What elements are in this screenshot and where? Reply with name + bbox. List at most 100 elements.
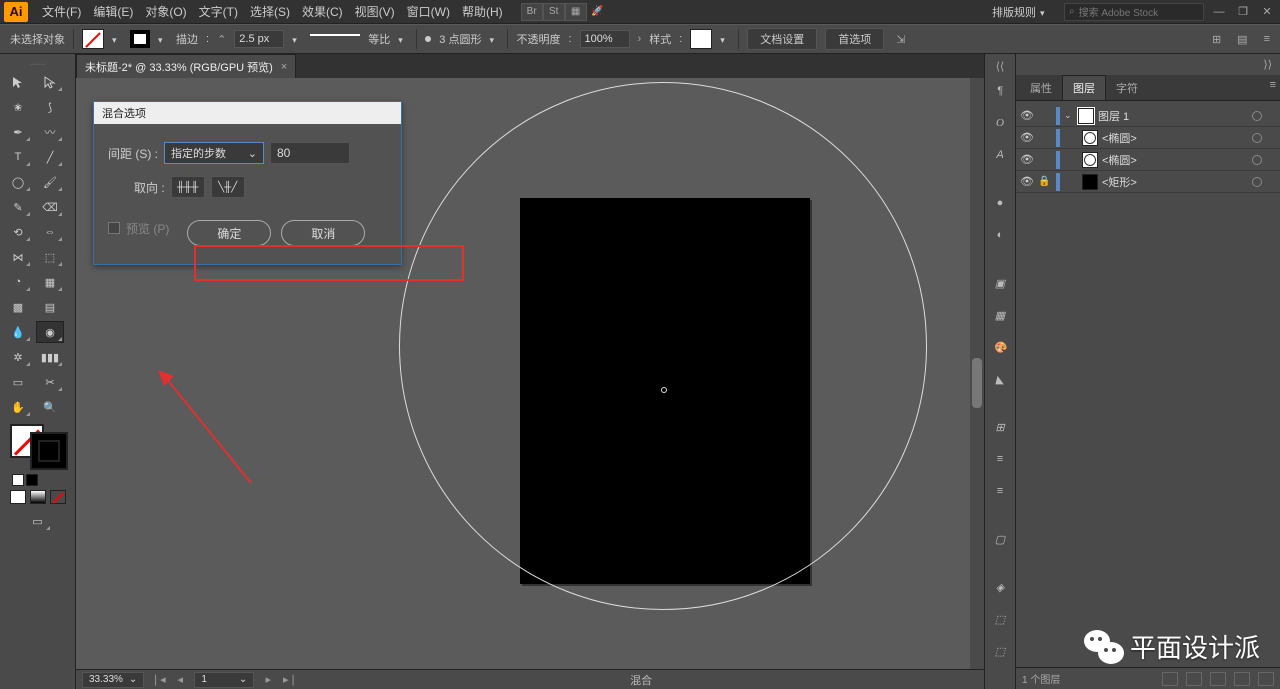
window-minimize[interactable]: ―: [1210, 5, 1228, 19]
bridge-icon[interactable]: Br: [521, 3, 543, 21]
profile-dropdown[interactable]: [398, 34, 408, 44]
document-tab[interactable]: 未标题-2* @ 33.33% (RGB/GPU 预览) ×: [76, 54, 296, 78]
style-dropdown[interactable]: [720, 34, 730, 44]
layers-tab[interactable]: 图层: [1062, 75, 1106, 100]
cancel-button[interactable]: 取消: [281, 220, 365, 246]
lasso-tool[interactable]: ⟆: [36, 96, 64, 118]
zoom-field[interactable]: 33.33% ⌄: [82, 672, 144, 688]
fill-swatch[interactable]: [82, 29, 104, 49]
stroke-weight-input[interactable]: [234, 30, 284, 48]
slice-tool[interactable]: ✂: [36, 371, 64, 393]
symbols-panel-icon[interactable]: ◈: [988, 575, 1012, 599]
layer-row-top[interactable]: 👁 ⌄ 图层 1: [1016, 105, 1280, 127]
gpu-icon[interactable]: 🚀: [587, 3, 609, 21]
layer-row-rect[interactable]: 👁🔒 <矩形>: [1016, 171, 1280, 193]
magic-wand-tool[interactable]: ✬: [4, 96, 32, 118]
spacing-steps-input[interactable]: [270, 142, 350, 164]
window-close[interactable]: ✕: [1258, 5, 1276, 19]
window-restore[interactable]: ❐: [1234, 5, 1252, 19]
locate-layer-icon[interactable]: [1162, 672, 1178, 686]
graphic-styles-panel-icon[interactable]: ◐: [988, 223, 1012, 247]
visibility-toggle[interactable]: 👁: [1020, 153, 1034, 167]
line-tool[interactable]: ╱: [36, 146, 64, 168]
opacity-chevron-icon[interactable]: ›: [638, 33, 642, 45]
stock-icon[interactable]: St: [543, 3, 565, 21]
lock-icon[interactable]: 🔒: [1038, 176, 1052, 187]
brush-dropdown[interactable]: [489, 34, 499, 44]
layer-name[interactable]: <椭圆>: [1102, 152, 1248, 168]
character-tab[interactable]: 字符: [1106, 76, 1148, 100]
shape-builder-tool[interactable]: ◔: [4, 271, 32, 293]
stroke-profile-preview[interactable]: [310, 34, 360, 44]
blend-tool[interactable]: ◉: [36, 321, 64, 343]
options-menu-icon[interactable]: ≡: [1264, 33, 1270, 45]
menu-help[interactable]: 帮助(H): [456, 3, 509, 20]
paintbrush-tool[interactable]: 🖌: [36, 171, 64, 193]
curvature-tool[interactable]: 〰: [36, 121, 64, 143]
artboard-first[interactable]: ❘◂: [150, 673, 166, 686]
target-icon[interactable]: [1252, 177, 1262, 187]
new-sublayer-icon[interactable]: [1210, 672, 1226, 686]
style-swatch[interactable]: [690, 29, 712, 49]
perspective-tool[interactable]: ▦: [36, 271, 64, 293]
gradient-tool[interactable]: ▤: [36, 296, 64, 318]
artboard-next[interactable]: ▸: [260, 673, 276, 686]
ok-button[interactable]: 确定: [187, 220, 271, 246]
orient-align-page-button[interactable]: ╫╫╫: [171, 176, 205, 198]
new-layer-icon[interactable]: [1234, 672, 1250, 686]
menu-window[interactable]: 窗口(W): [401, 3, 456, 20]
target-icon[interactable]: [1252, 133, 1262, 143]
transform-panel-icon[interactable]: ⊞: [988, 415, 1012, 439]
target-icon[interactable]: [1252, 155, 1262, 165]
scrollbar-thumb[interactable]: [972, 358, 982, 408]
color-panel-icon[interactable]: 🎨: [988, 335, 1012, 359]
transform-icon[interactable]: ⇲: [896, 33, 905, 46]
column-graph-tool[interactable]: ▮▮▮: [36, 346, 64, 368]
width-tool[interactable]: ⋈: [4, 246, 32, 268]
eraser-tool[interactable]: ⌫: [36, 196, 64, 218]
brushes-panel-icon[interactable]: ⬚: [988, 607, 1012, 631]
menu-select[interactable]: 选择(S): [244, 3, 296, 20]
disclosure-triangle[interactable]: ⌄: [1064, 110, 1074, 121]
toolbox-grip[interactable]: [4, 60, 71, 68]
hand-tool[interactable]: ✋: [4, 396, 32, 418]
artboards-panel-icon[interactable]: ▣: [988, 271, 1012, 295]
character-panel-icon[interactable]: A: [988, 143, 1012, 167]
panel-expand-icon[interactable]: ⟩⟩: [1016, 54, 1280, 75]
mesh-tool[interactable]: ▩: [4, 296, 32, 318]
delete-layer-icon[interactable]: [1258, 672, 1274, 686]
menu-object[interactable]: 对象(O): [139, 3, 192, 20]
type-tool[interactable]: T: [4, 146, 32, 168]
arrange-icon[interactable]: ▦: [565, 3, 587, 21]
artboard-number[interactable]: 1 ⌄: [194, 672, 254, 688]
target-icon[interactable]: [1252, 111, 1262, 121]
ellipse-tool[interactable]: ◯: [4, 171, 32, 193]
close-tab-button[interactable]: ×: [281, 61, 287, 73]
menu-effect[interactable]: 效果(C): [296, 3, 349, 20]
make-clipping-mask-icon[interactable]: [1186, 672, 1202, 686]
workspace-switcher[interactable]: 排版规则: [984, 4, 1058, 20]
opacity-input[interactable]: [580, 30, 630, 48]
pathfinder-panel-icon[interactable]: ≡: [988, 479, 1012, 503]
vertical-scrollbar[interactable]: [970, 78, 984, 669]
stroke-weight-dropdown[interactable]: [292, 34, 302, 44]
menu-edit[interactable]: 编辑(E): [87, 3, 139, 20]
dock-collapse-icon[interactable]: ⟨⟨: [985, 60, 1015, 73]
orient-align-path-button[interactable]: ╲╫╱: [211, 176, 245, 198]
visibility-toggle[interactable]: 👁: [1020, 131, 1034, 145]
shaper-tool[interactable]: ✎: [4, 196, 32, 218]
search-stock-input[interactable]: ⌕ 搜索 Adobe Stock: [1064, 3, 1204, 21]
artboard-last[interactable]: ▸❘: [282, 673, 298, 686]
free-transform-tool[interactable]: ⬚: [36, 246, 64, 268]
panel-menu-icon[interactable]: ≡: [1270, 79, 1276, 91]
align-icon[interactable]: ⊞: [1212, 33, 1221, 46]
glyphs-panel-icon[interactable]: O: [988, 111, 1012, 135]
menu-type[interactable]: 文字(T): [193, 3, 244, 20]
stroke-color[interactable]: [32, 434, 66, 468]
stroke-swatch[interactable]: [130, 30, 150, 48]
properties-tab[interactable]: 属性: [1020, 76, 1062, 100]
menu-view[interactable]: 视图(V): [349, 3, 401, 20]
direct-selection-tool[interactable]: [36, 71, 64, 93]
draw-mode-buttons[interactable]: [4, 490, 71, 504]
layer-row-ellipse-1[interactable]: 👁 <椭圆>: [1016, 127, 1280, 149]
